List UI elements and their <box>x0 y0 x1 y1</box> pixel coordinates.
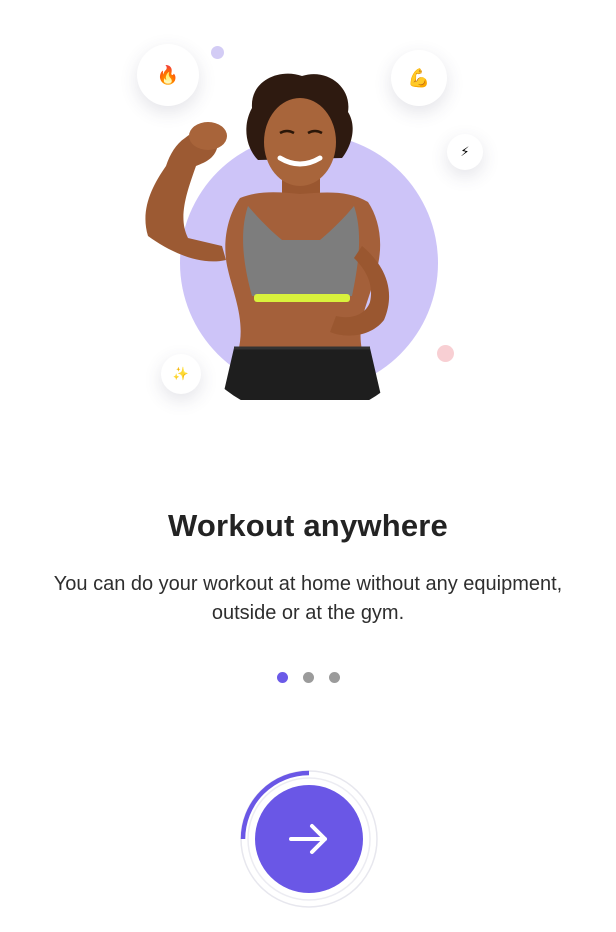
next-button[interactable] <box>255 785 363 893</box>
page-indicator <box>0 672 616 683</box>
hero-illustration: 🔥 💪 ⚡ ✨ <box>0 0 616 440</box>
sparkles-icon: ✨ <box>172 366 190 382</box>
page-indicator-dot-3[interactable] <box>328 672 340 683</box>
athlete-photo <box>145 73 390 400</box>
arrow-right-icon <box>289 824 327 854</box>
sparkles-badge: ✨ <box>161 354 201 394</box>
page-indicator-dot-1[interactable] <box>276 672 288 683</box>
fire-icon: 🔥 <box>156 64 180 86</box>
onboarding-description: You can do your workout at home without … <box>53 573 563 624</box>
lightning-icon: ⚡ <box>460 144 470 160</box>
muscle-badge: 💪 <box>391 50 447 106</box>
onboarding-title: Workout anywhere <box>168 508 448 543</box>
decorative-dot <box>211 46 224 59</box>
lightning-badge: ⚡ <box>447 134 483 170</box>
page-indicator-dot-2[interactable] <box>302 672 314 683</box>
fire-badge: 🔥 <box>137 44 199 106</box>
flexed-biceps-icon: 💪 <box>407 67 431 89</box>
next-button-container <box>239 769 379 909</box>
